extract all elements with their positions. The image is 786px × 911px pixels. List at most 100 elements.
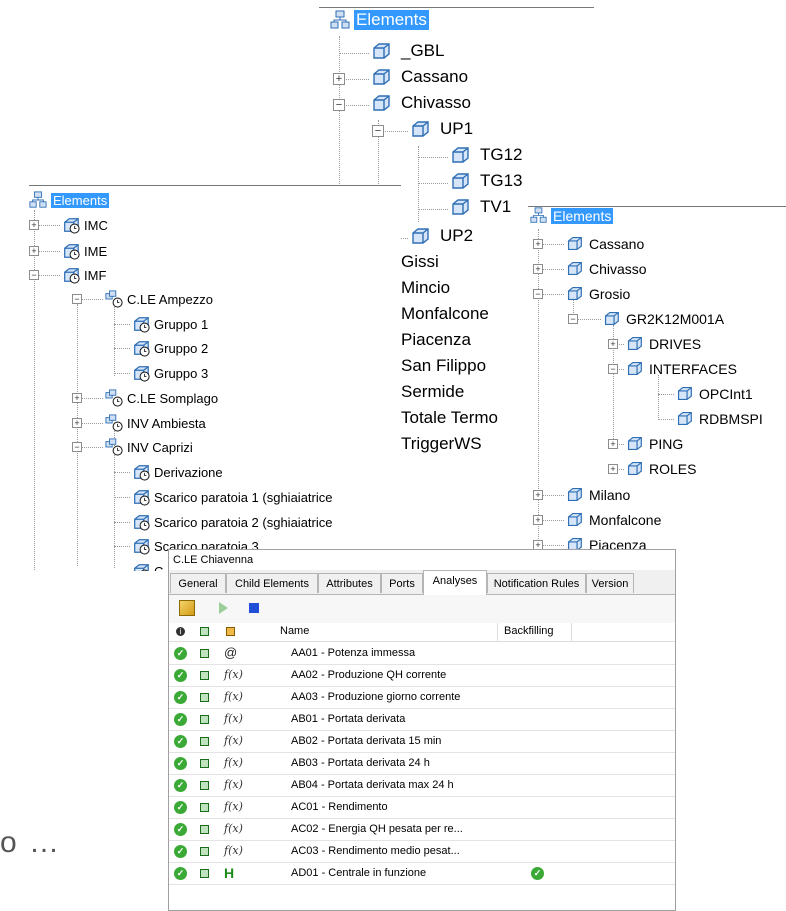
expand-toggle[interactable]: + xyxy=(333,73,345,85)
collapse-toggle[interactable]: − xyxy=(333,99,345,111)
tree-node-tv1[interactable]: TV1 xyxy=(450,197,511,217)
tree-node-label: Derivazione xyxy=(154,464,223,480)
table-row[interactable]: ✓ f(x) AB03 - Portata derivata 24 h xyxy=(169,752,675,775)
enabled-checkbox[interactable] xyxy=(200,803,209,812)
tree-node-interfaces[interactable]: INTERFACES xyxy=(626,360,737,377)
collapse-toggle[interactable]: − xyxy=(608,364,618,374)
stop-icon[interactable] xyxy=(249,603,259,613)
tree-node-rdbmspi[interactable]: RDBMSPI xyxy=(676,410,763,427)
tree-connector xyxy=(114,472,130,473)
table-row[interactable]: ✓ f(x) AA03 - Produzione giorno corrente xyxy=(169,686,675,709)
enabled-checkbox[interactable] xyxy=(200,825,209,834)
tree-node-gruppo-3[interactable]: Gruppo 3 xyxy=(132,364,208,382)
table-row[interactable]: ✓ f(x) AB01 - Portata derivata xyxy=(169,708,675,731)
tab-attributes[interactable]: Attributes xyxy=(318,573,381,593)
expand-toggle[interactable]: + xyxy=(29,246,39,256)
collapse-toggle[interactable]: − xyxy=(533,289,543,299)
tab-general[interactable]: General xyxy=(170,573,226,593)
tree-root[interactable]: Elements xyxy=(29,191,110,209)
enabled-checkbox[interactable] xyxy=(200,715,209,724)
tree-node-label: Grosio xyxy=(589,285,631,302)
select-analyses-icon[interactable] xyxy=(179,600,195,616)
tab-child-elements[interactable]: Child Elements xyxy=(226,573,318,593)
tree-node-roles[interactable]: ROLES xyxy=(626,460,696,477)
tree-root[interactable]: Elements xyxy=(530,207,614,224)
enabled-checkbox[interactable] xyxy=(200,781,209,790)
tree-node-milano[interactable]: Milano xyxy=(566,486,630,503)
tree-node-cassano[interactable]: Cassano xyxy=(371,67,468,87)
collapse-toggle[interactable]: − xyxy=(72,294,82,304)
enabled-checkbox[interactable] xyxy=(200,869,209,878)
tree-node-monfalcone[interactable]: Monfalcone xyxy=(566,511,661,528)
tree-node-chivasso[interactable]: Chivasso xyxy=(371,93,471,113)
enabled-checkbox[interactable] xyxy=(200,759,209,768)
expand-toggle[interactable]: + xyxy=(608,464,618,474)
status-column-icon[interactable]: i xyxy=(176,627,185,636)
type-column-icon[interactable] xyxy=(226,627,235,636)
tree-node-ime[interactable]: IME xyxy=(62,242,107,260)
collapse-toggle[interactable]: − xyxy=(72,442,82,452)
enabled-column-icon[interactable] xyxy=(200,627,209,636)
elements-root-icon xyxy=(29,191,47,209)
tree-node-up2[interactable]: UP2 xyxy=(410,226,473,246)
enabled-checkbox[interactable] xyxy=(200,693,209,702)
expand-toggle[interactable]: + xyxy=(533,239,543,249)
tree-node-gruppo-2[interactable]: Gruppo 2 xyxy=(132,339,208,357)
backfilling-column-header[interactable]: Backfilling xyxy=(504,625,554,637)
collapse-toggle[interactable]: − xyxy=(29,270,39,280)
expand-toggle[interactable]: + xyxy=(533,490,543,500)
tree-node-cassano[interactable]: Cassano xyxy=(566,235,644,252)
tree-node-chivasso[interactable]: Chivasso xyxy=(566,260,647,277)
tree-node-gr2k12m001a[interactable]: GR2K12M001A xyxy=(603,310,724,327)
table-row[interactable]: ✓ f(x) AA02 - Produzione QH corrente xyxy=(169,664,675,687)
enabled-checkbox[interactable] xyxy=(200,649,209,658)
table-row[interactable]: ✓ f(x) AC01 - Rendimento xyxy=(169,796,675,819)
tree-node-inv-caprizi[interactable]: INV Caprizi xyxy=(105,438,193,456)
table-row[interactable]: ✓ @ AA01 - Potenza immessa xyxy=(169,642,675,665)
tree-node-scarico-paratoia-1-sghiaiatrice[interactable]: Scarico paratoia 1 (sghiaiatrice xyxy=(132,488,332,506)
tree-node-imf[interactable]: IMF xyxy=(62,266,106,284)
name-column-header[interactable]: Name xyxy=(280,625,309,637)
tab-ports[interactable]: Ports xyxy=(381,573,423,593)
table-row[interactable]: ✓ H AD01 - Centrale in funzione ✓ xyxy=(169,862,675,885)
tree-node-gruppo-1[interactable]: Gruppo 1 xyxy=(132,315,208,333)
table-row[interactable]: ✓ f(x) AB04 - Portata derivata max 24 h xyxy=(169,774,675,797)
expand-toggle[interactable]: + xyxy=(608,339,618,349)
tree-root[interactable]: Elements xyxy=(330,10,429,30)
expand-toggle[interactable]: + xyxy=(533,515,543,525)
tree-node-c[interactable]: C xyxy=(132,562,163,571)
expand-toggle[interactable]: + xyxy=(72,393,82,403)
tree-node-inv-ambiesta[interactable]: INV Ambiesta xyxy=(105,414,206,432)
tree-node-c-le-somplago[interactable]: C.LE Somplago xyxy=(105,389,218,407)
tree-node-imc[interactable]: IMC xyxy=(62,216,108,234)
tree-node-gbl[interactable]: _GBL xyxy=(371,41,444,61)
status-ok-icon: ✓ xyxy=(174,801,187,814)
tree-node-drives[interactable]: DRIVES xyxy=(626,335,701,352)
collapse-toggle[interactable]: − xyxy=(372,125,384,137)
expand-toggle[interactable]: + xyxy=(72,418,82,428)
tab-version[interactable]: Version xyxy=(586,573,634,593)
expand-toggle[interactable]: + xyxy=(29,220,39,230)
table-row[interactable]: ✓ f(x) AB02 - Portata derivata 15 min xyxy=(169,730,675,753)
enabled-checkbox[interactable] xyxy=(200,847,209,856)
tree-node-derivazione[interactable]: Derivazione xyxy=(132,463,223,481)
tree-node-label: TriggerWS xyxy=(401,434,482,453)
tree-node-scarico-paratoia-2-sghiaiatrice[interactable]: Scarico paratoia 2 (sghiaiatrice xyxy=(132,513,332,531)
tree-node-ping[interactable]: PING xyxy=(626,435,683,452)
enabled-checkbox[interactable] xyxy=(200,737,209,746)
table-row[interactable]: ✓ f(x) AC03 - Rendimento medio pesat... xyxy=(169,840,675,863)
tree-node-tg13[interactable]: TG13 xyxy=(450,171,523,191)
table-row[interactable]: ✓ f(x) AC02 - Energia QH pesata per re... xyxy=(169,818,675,841)
tab-notification-rules[interactable]: Notification Rules xyxy=(487,573,586,593)
expand-toggle[interactable]: + xyxy=(608,439,618,449)
enabled-checkbox[interactable] xyxy=(200,671,209,680)
tree-node-grosio[interactable]: Grosio xyxy=(566,285,630,302)
tab-analyses[interactable]: Analyses xyxy=(423,570,487,595)
tree-node-tg12[interactable]: TG12 xyxy=(450,145,523,165)
tree-node-opcint1[interactable]: OPCInt1 xyxy=(676,385,753,402)
tree-node-up1[interactable]: UP1 xyxy=(410,119,473,139)
tree-node-c-le-ampezzo[interactable]: C.LE Ampezzo xyxy=(105,290,213,308)
expand-toggle[interactable]: + xyxy=(533,264,543,274)
collapse-toggle[interactable]: − xyxy=(568,314,578,324)
run-icon[interactable] xyxy=(219,602,228,614)
